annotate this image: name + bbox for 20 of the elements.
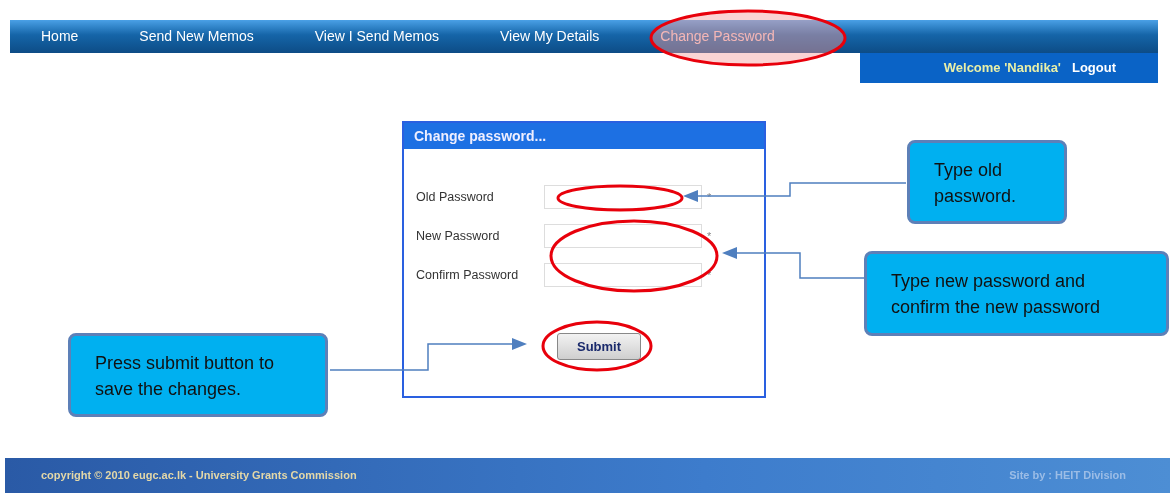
nav-link[interactable]: View I Send Memos	[314, 20, 439, 53]
welcome-text: Welcome 'Nandika'	[943, 59, 1061, 78]
nav-link[interactable]: View My Details	[500, 20, 600, 53]
password-field[interactable]	[544, 224, 702, 248]
callout-text: Press submit button to save the changes.	[95, 352, 276, 402]
callout-text: Type old password.	[934, 159, 1018, 209]
nav-link[interactable]: Send New Memos	[139, 20, 254, 53]
password-field[interactable]	[544, 263, 702, 287]
required-mark: *	[707, 189, 712, 205]
site-credit: Site by : HEIT Division	[1009, 468, 1126, 484]
nav-link[interactable]: Home	[41, 20, 79, 53]
field-label: New Password	[416, 227, 501, 245]
logout-link[interactable]: Logout	[1071, 58, 1116, 78]
field-label: Old Password	[416, 188, 495, 206]
required-mark: *	[707, 228, 712, 244]
copyright-text: copyright © 2010 eugc.ac.lk - University Grants Commission	[41, 468, 357, 484]
panel-title: Change password...	[404, 123, 764, 149]
field-label: Confirm Password	[416, 266, 520, 284]
submit-button[interactable]: Submit	[557, 333, 641, 360]
callout-text: Type new password and confirm the new password	[891, 270, 1102, 320]
